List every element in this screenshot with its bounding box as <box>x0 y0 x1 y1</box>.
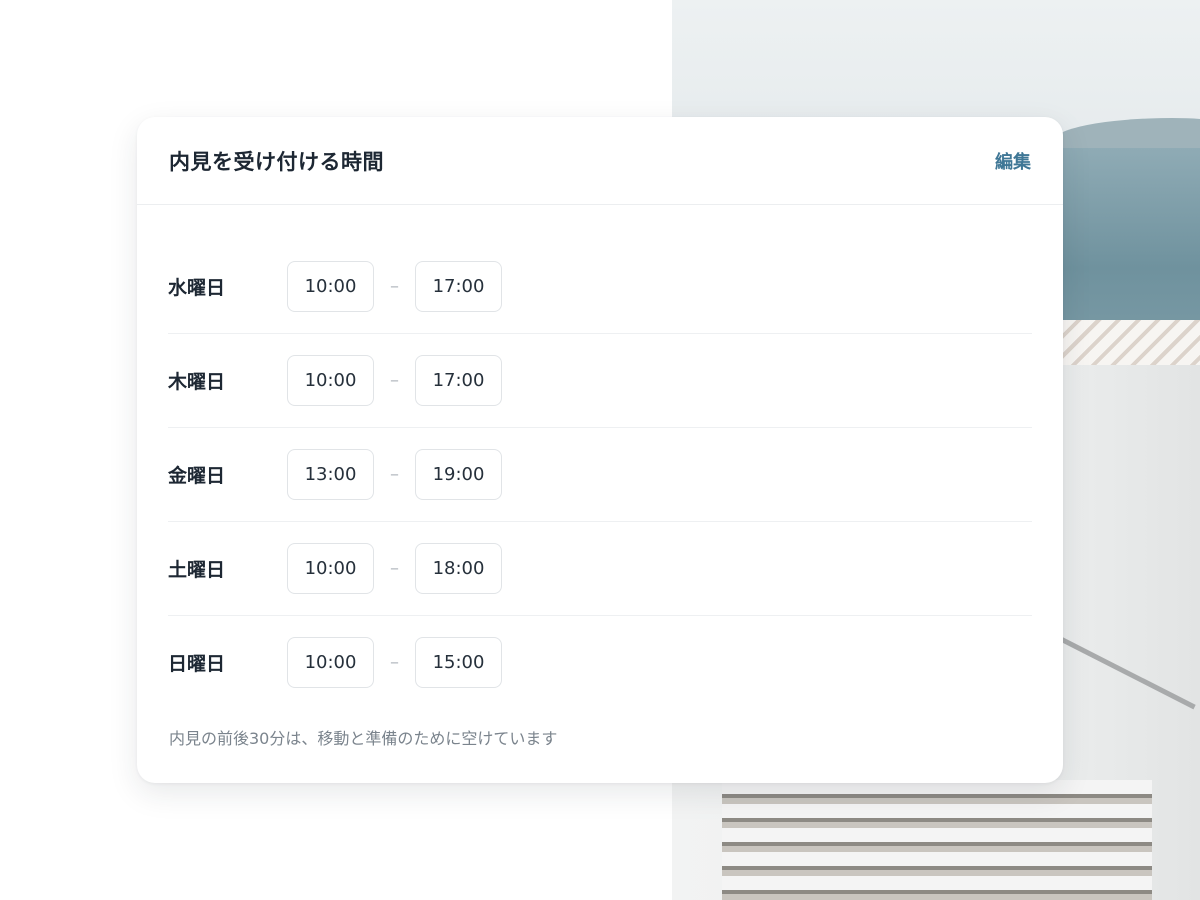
time-separator: – <box>390 464 399 485</box>
schedule-row: 木曜日 10:00 – 17:00 <box>168 334 1032 428</box>
day-label: 水曜日 <box>168 277 226 299</box>
start-time-field[interactable]: 13:00 <box>287 449 374 500</box>
start-time-field[interactable]: 10:00 <box>287 261 374 312</box>
end-time-field[interactable]: 18:00 <box>415 543 502 594</box>
time-separator: – <box>390 652 399 673</box>
start-time-field[interactable]: 10:00 <box>287 543 374 594</box>
schedule-list: 水曜日 10:00 – 17:00 木曜日 10:00 – 17:00 金曜日 … <box>137 240 1063 709</box>
schedule-row: 日曜日 10:00 – 15:00 <box>168 616 1032 709</box>
schedule-row: 水曜日 10:00 – 17:00 <box>168 240 1032 334</box>
schedule-row: 土曜日 10:00 – 18:00 <box>168 522 1032 616</box>
viewing-hours-card: 内見を受け付ける時間 編集 水曜日 10:00 – 17:00 木曜日 10:0… <box>137 117 1063 783</box>
day-label: 木曜日 <box>168 371 226 393</box>
end-time-field[interactable]: 17:00 <box>415 261 502 312</box>
time-separator: – <box>390 276 399 297</box>
end-time-field[interactable]: 19:00 <box>415 449 502 500</box>
end-time-field[interactable]: 17:00 <box>415 355 502 406</box>
start-time-field[interactable]: 10:00 <box>287 355 374 406</box>
day-label: 土曜日 <box>168 559 226 581</box>
footnote: 内見の前後30分は、移動と準備のために空けています <box>169 729 558 748</box>
day-label: 金曜日 <box>168 465 226 487</box>
card-title: 内見を受け付ける時間 <box>169 149 384 174</box>
start-time-field[interactable]: 10:00 <box>287 637 374 688</box>
photo-fence <box>1062 320 1200 365</box>
photo-stairs <box>722 780 1152 900</box>
day-label: 日曜日 <box>168 653 226 675</box>
edit-button[interactable]: 編集 <box>995 148 1031 174</box>
schedule-row: 金曜日 13:00 – 19:00 <box>168 428 1032 522</box>
time-separator: – <box>390 558 399 579</box>
time-separator: – <box>390 370 399 391</box>
end-time-field[interactable]: 15:00 <box>415 637 502 688</box>
card-header: 内見を受け付ける時間 編集 <box>137 117 1063 205</box>
